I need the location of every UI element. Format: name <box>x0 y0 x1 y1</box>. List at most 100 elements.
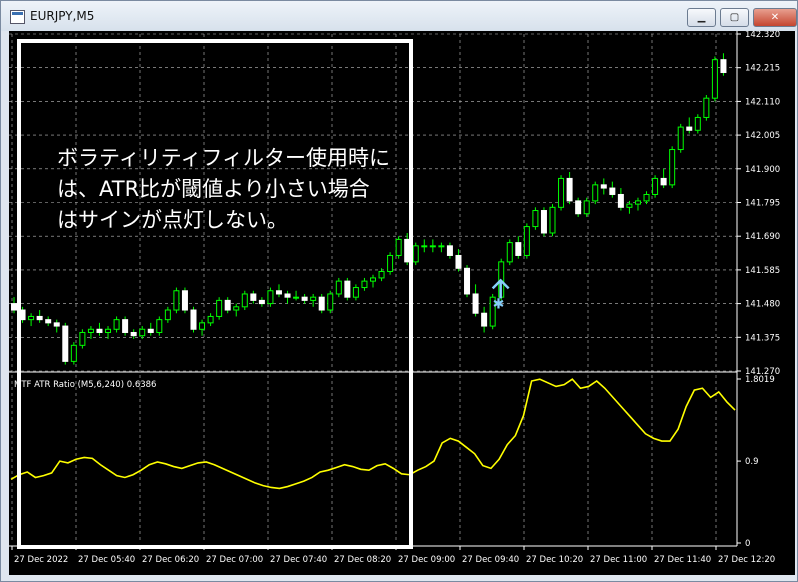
chart-axes: 142.320 142.215 142.110 142.005 141.900 141.7… <box>9 30 780 565</box>
title-bar[interactable]: EURJPY,M5 ▁ ▢ ✕ <box>1 1 797 31</box>
candle-body <box>720 59 727 74</box>
annotation-line-2: は、ATR比が閾値より小さい場合 <box>57 177 370 201</box>
candle-body <box>233 306 240 311</box>
highlight-rectangle <box>17 39 413 549</box>
candle-body <box>318 296 325 311</box>
candle-body <box>284 293 291 298</box>
candle-body <box>464 267 471 295</box>
candle-body <box>28 315 35 321</box>
chart-canvas: ✱ 142.320 142.215 142.110 142.005 141.900 141… <box>9 30 780 565</box>
close-button[interactable]: ✕ <box>753 8 797 27</box>
candle-body <box>404 238 411 263</box>
maximize-button[interactable]: ▢ <box>720 8 749 27</box>
candle-body <box>181 290 188 311</box>
candle-body <box>660 177 667 186</box>
candle-body <box>558 177 565 208</box>
candle-body <box>472 293 479 314</box>
candle-body <box>79 331 86 346</box>
annotation-line-1: ボラティリティフィルター使用時に <box>57 146 391 170</box>
price-tick-label: 141.480 <box>745 300 780 310</box>
candle-body <box>429 245 436 248</box>
candle-body <box>139 328 146 337</box>
candle-body <box>62 325 69 362</box>
indicator-label: MTF ATR Ratio (M5,6,240) 0.6386 <box>14 380 156 390</box>
indicator-series <box>10 378 736 490</box>
candle-body <box>113 319 120 330</box>
price-tick-label: 141.900 <box>745 165 780 175</box>
candle-body <box>686 126 693 131</box>
candle-body <box>310 296 317 301</box>
time-tick-label: 27 Dec 2022 <box>14 555 68 565</box>
candle-body <box>190 309 197 330</box>
price-tick-label: 141.585 <box>745 266 780 276</box>
candle-body <box>156 319 163 333</box>
candle-body <box>412 245 419 263</box>
candle-body <box>600 184 607 189</box>
candle-body <box>199 322 206 330</box>
candle-body <box>352 287 359 298</box>
candle-body <box>703 97 710 118</box>
price-tick-label: 142.005 <box>745 131 780 141</box>
time-tick-label: 27 Dec 12:20 <box>718 555 775 565</box>
candle-body <box>45 319 52 324</box>
candle-body <box>70 344 77 362</box>
candle-body <box>455 254 462 269</box>
candle-body <box>53 322 60 327</box>
candle-body <box>438 245 445 248</box>
candle-body <box>617 193 624 208</box>
candle-body <box>575 200 582 215</box>
candle-body <box>173 290 180 311</box>
candle-body <box>11 303 17 311</box>
candle-body <box>224 299 231 311</box>
candle-body <box>592 184 599 202</box>
candle-body <box>36 315 43 321</box>
candle-body <box>147 328 154 333</box>
time-tick-label: 27 Dec 09:00 <box>398 555 455 565</box>
candle-body <box>130 331 137 337</box>
candle-body <box>669 149 676 186</box>
candle-body <box>540 210 547 234</box>
candle-body <box>122 319 129 333</box>
time-tick-label: 27 Dec 10:20 <box>526 555 583 565</box>
candle-body <box>250 293 257 301</box>
candle-body <box>344 280 351 298</box>
indicator-tick-label: 0 <box>745 539 750 549</box>
time-tick-label: 27 Dec 06:20 <box>142 555 199 565</box>
minimize-button[interactable]: ▁ <box>687 8 716 27</box>
signal-star-icon: ✱ <box>493 296 505 312</box>
candle-body <box>523 226 530 256</box>
time-tick-label: 27 Dec 11:00 <box>590 555 647 565</box>
candle-body <box>626 203 633 208</box>
price-tick-label: 142.215 <box>745 64 780 74</box>
candle-body <box>370 277 376 282</box>
candle-body <box>335 280 342 295</box>
chart-window: EURJPY,M5 ▁ ▢ ✕ ✱ 142.320 142.215 142.110 1… <box>0 0 798 582</box>
candle-body <box>566 177 573 202</box>
candle-body <box>694 116 701 131</box>
candle-body <box>301 296 308 301</box>
chart-area[interactable]: ✱ 142.320 142.215 142.110 142.005 141.900 141… <box>9 30 795 575</box>
candle-body <box>549 206 556 234</box>
indicator-tick-label: 0.9 <box>745 457 759 467</box>
candle-body <box>241 293 248 308</box>
candle-body <box>643 193 650 202</box>
price-tick-label: 141.375 <box>745 333 780 343</box>
price-tick-label: 142.320 <box>745 31 780 40</box>
candle-body <box>634 200 641 205</box>
candle-body <box>481 312 488 327</box>
annotation-text: ボラティリティフィルター使用時に は、ATR比が閾値より小さい場合 はサインが点… <box>57 143 390 236</box>
candle-body <box>387 254 394 273</box>
candle-body <box>609 187 616 195</box>
time-tick-label: 27 Dec 09:40 <box>462 555 519 565</box>
window-title: EURJPY,M5 <box>30 9 95 23</box>
atr-ratio-line <box>10 378 736 490</box>
candle-body <box>327 293 334 311</box>
candle-body <box>87 328 94 333</box>
candle-body <box>216 299 223 317</box>
candle-body <box>361 280 368 289</box>
candle-body <box>515 242 522 256</box>
time-tick-label: 27 Dec 11:40 <box>654 555 711 565</box>
time-tick-label: 27 Dec 07:40 <box>270 555 327 565</box>
candle-body <box>395 238 402 256</box>
grid-lines <box>9 33 737 543</box>
